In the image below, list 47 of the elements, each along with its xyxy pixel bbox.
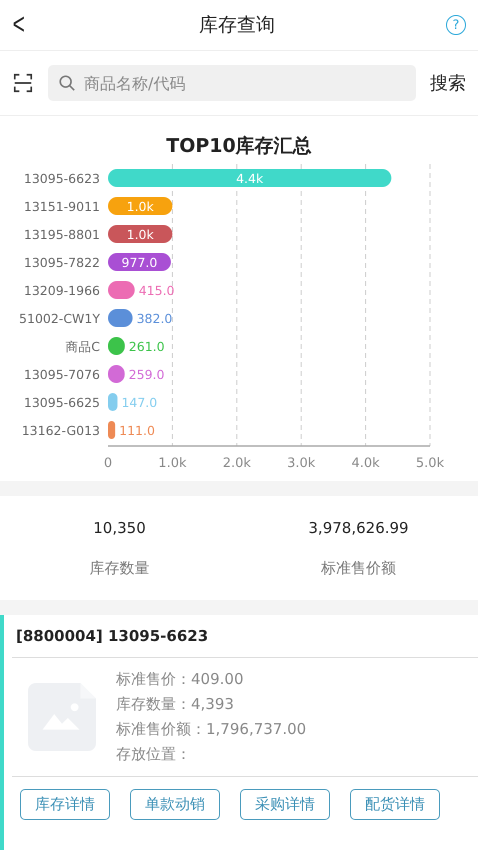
summary-value: 3,978,626.99 xyxy=(308,518,409,536)
search-button[interactable]: 搜索 xyxy=(430,71,466,95)
value-label: 259.0 xyxy=(128,367,164,382)
chart-title: TOP10库存汇总 xyxy=(166,135,312,157)
category-label: 13095-7822 xyxy=(24,255,100,270)
value-label: 1.0k xyxy=(126,227,154,242)
action-button[interactable]: 单款动销 xyxy=(130,789,220,820)
value-label: 111.0 xyxy=(119,423,155,438)
category-label: 13162-G013 xyxy=(22,423,100,438)
summary-label: 库存数量 xyxy=(90,558,150,578)
value-label: 977.0 xyxy=(122,255,158,270)
category-label: 13095-6623 xyxy=(24,171,100,186)
x-tick-label: 5.0k xyxy=(416,456,445,471)
product-field: 存放位置： xyxy=(116,745,306,764)
x-tick-label: 4.0k xyxy=(352,456,380,471)
value-label: 261.0 xyxy=(128,339,165,354)
action-button[interactable]: 库存详情 xyxy=(20,789,110,820)
value-label: 382.0 xyxy=(136,311,172,326)
category-label: 13095-6625 xyxy=(24,395,100,410)
product-field: 标准售价额：1,796,737.00 xyxy=(116,720,306,739)
back-button[interactable]: < xyxy=(12,8,25,42)
category-label: 51002-CW1Y xyxy=(19,311,100,326)
product-field: 标准售价：409.00 xyxy=(116,670,306,689)
category-label: 商品C xyxy=(65,339,100,354)
search-icon xyxy=(58,74,76,92)
product-title: [8800004] 13095-6623 xyxy=(12,615,478,658)
summary-value: 10,350 xyxy=(93,518,146,536)
x-tick-label: 1.0k xyxy=(158,456,187,471)
category-label: 13195-8801 xyxy=(24,227,100,242)
x-tick-label: 2.0k xyxy=(222,456,252,471)
x-tick-label: 0 xyxy=(104,456,112,471)
value-label: 1.0k xyxy=(126,199,154,214)
summary-label: 标准售价额 xyxy=(321,558,396,578)
search-field[interactable]: 商品名称/代码 xyxy=(48,65,416,101)
category-label: 13095-7076 xyxy=(24,367,100,382)
product-field: 库存数量：4,393 xyxy=(116,695,306,714)
page-title: 库存查询 xyxy=(198,13,275,38)
category-label: 13209-1966 xyxy=(24,283,100,298)
value-label: 147.0 xyxy=(121,395,158,410)
scan-icon[interactable] xyxy=(12,72,34,94)
category-label: 13151-9011 xyxy=(24,199,100,214)
value-label: 415.0 xyxy=(138,283,175,298)
action-button[interactable]: 采购详情 xyxy=(240,789,330,820)
action-button[interactable]: 配货详情 xyxy=(350,789,440,820)
help-button[interactable]: ? xyxy=(446,15,466,35)
value-label: 4.4k xyxy=(236,171,264,186)
x-tick-label: 3.0k xyxy=(287,456,316,471)
